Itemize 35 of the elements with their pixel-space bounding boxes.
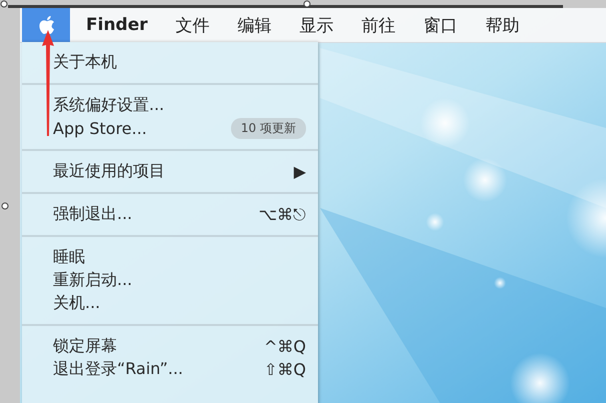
keyboard-shortcut: ⇧⌘Q bbox=[264, 360, 306, 379]
menu-item-label: 退出登录“Rain”... bbox=[53, 359, 184, 380]
submenu-arrow: ▶ bbox=[294, 162, 306, 181]
menu-bar-item[interactable]: 文件 bbox=[164, 14, 222, 36]
menu-item[interactable]: 关于本机 bbox=[22, 51, 318, 74]
menu-item-label: App Store... bbox=[53, 119, 147, 138]
menu-item[interactable]: 重新启动... bbox=[22, 269, 318, 292]
menu-bar-item[interactable]: 帮助 bbox=[474, 14, 532, 36]
menu-item-label: 关于本机 bbox=[53, 52, 117, 73]
menu-item-label: 锁定屏幕 bbox=[53, 336, 117, 357]
menu-bar-item[interactable]: 显示 bbox=[288, 14, 346, 36]
apple-menu-button[interactable] bbox=[22, 8, 70, 42]
menu-item[interactable]: 强制退出... ⌥⌘⎋ bbox=[22, 203, 318, 226]
menu-item-label: 最近使用的项目 bbox=[53, 161, 165, 182]
menu-item[interactable]: 锁定屏幕 ^⌘Q bbox=[22, 335, 318, 358]
keyboard-shortcut: ⌥⌘⎋ bbox=[258, 205, 306, 224]
apple-icon bbox=[38, 15, 54, 35]
menu-item-label: 关机... bbox=[53, 293, 100, 314]
menu-bar-item[interactable]: 窗口 bbox=[412, 14, 470, 36]
menu-bar-item[interactable]: Finder bbox=[74, 15, 160, 35]
menu-item-label: 睡眠 bbox=[53, 247, 85, 268]
menu-bar-item[interactable]: 前往 bbox=[350, 14, 408, 36]
menu-item[interactable]: App Store... 10 项更新 bbox=[22, 117, 318, 140]
menu-item-label: 强制退出... bbox=[53, 204, 132, 225]
menu-item[interactable]: 最近使用的项目 ▶ bbox=[22, 160, 318, 183]
menu-bar-item[interactable]: 编辑 bbox=[226, 14, 284, 36]
menu-item[interactable]: 退出登录“Rain”... ⇧⌘Q bbox=[22, 358, 318, 381]
menu-item[interactable]: 系统偏好设置... bbox=[22, 94, 318, 117]
menu-item-label: 重新启动... bbox=[53, 270, 132, 291]
menu-item-label: 系统偏好设置... bbox=[53, 95, 164, 116]
keyboard-shortcut: ^⌘Q bbox=[264, 337, 306, 356]
update-count-badge: 10 项更新 bbox=[230, 118, 306, 139]
menu-item[interactable]: 关机... bbox=[22, 292, 318, 315]
resize-handle-icon bbox=[1, 202, 9, 210]
menu-item[interactable]: 睡眠 bbox=[22, 246, 318, 269]
